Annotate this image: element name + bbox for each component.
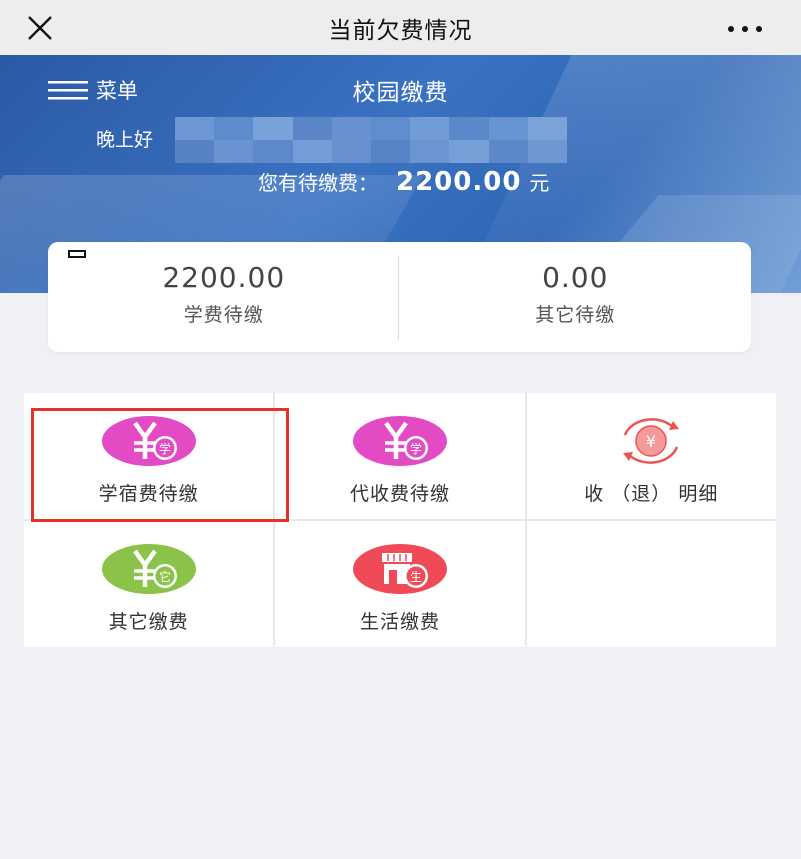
redacted-name-mosaic: [175, 117, 567, 163]
close-icon[interactable]: [26, 14, 54, 42]
service-tuition-dorm-due[interactable]: 学 学宿费待缴: [24, 393, 274, 519]
other-due-amount: 0.00: [542, 261, 609, 294]
due-summary: 您有待缴费： 2200.00 元: [258, 167, 549, 197]
tuition-due-label: 学费待缴: [183, 304, 264, 326]
page-title: 当前欠费情况: [328, 17, 473, 44]
card-marker: [68, 250, 86, 258]
service-label: 其它缴费: [108, 611, 189, 633]
service-grid: 学 学宿费待缴 学 代收费待缴 ¥ 收 （退） 明细 它 其它缴费 生 生活缴费: [24, 393, 776, 647]
more-options-icon[interactable]: [727, 26, 763, 32]
svg-text:学: 学: [410, 441, 422, 456]
other-due-label: 其它待缴: [535, 304, 616, 326]
tuition-due-block[interactable]: 2200.00 学费待缴: [48, 242, 400, 352]
svg-text:¥: ¥: [646, 432, 656, 451]
service-label: 学宿费待缴: [98, 483, 199, 505]
banner-title: 校园缴费: [352, 80, 449, 106]
yuan-xue-icon: 学: [101, 416, 196, 466]
yuan-xue-icon: 学: [352, 416, 447, 466]
empty-cell: [526, 521, 776, 647]
service-other-payment[interactable]: 它 其它缴费: [24, 521, 274, 647]
other-due-block[interactable]: 0.00 其它待缴: [400, 242, 752, 352]
greeting-text: 晚上好: [96, 129, 154, 151]
service-label: 代收费待缴: [349, 483, 450, 505]
service-refund-details[interactable]: ¥ 收 （退） 明细: [526, 393, 776, 519]
due-prefix: 您有待缴费：: [258, 171, 378, 195]
yuan-ta-icon: 它: [101, 544, 196, 594]
due-amount: 2200.00: [396, 167, 522, 197]
service-label: 收 （退） 明细: [584, 483, 719, 505]
service-collection-due[interactable]: 学 代收费待缴: [275, 393, 525, 519]
due-unit: 元: [529, 171, 550, 195]
divider: [398, 256, 399, 340]
tuition-due-amount: 2200.00: [162, 261, 286, 294]
svg-text:它: 它: [159, 569, 171, 584]
service-label: 生活缴费: [359, 611, 440, 633]
svg-text:学: 学: [159, 441, 171, 456]
svg-text:生: 生: [410, 570, 422, 584]
store-life-icon: 生: [352, 544, 447, 594]
balance-summary-card: 2200.00 学费待缴 0.00 其它待缴: [48, 242, 751, 352]
service-life-payment[interactable]: 生 生活缴费: [275, 521, 525, 647]
top-nav-bar: 当前欠费情况: [0, 0, 801, 55]
refund-cycle-icon: ¥: [623, 418, 680, 464]
